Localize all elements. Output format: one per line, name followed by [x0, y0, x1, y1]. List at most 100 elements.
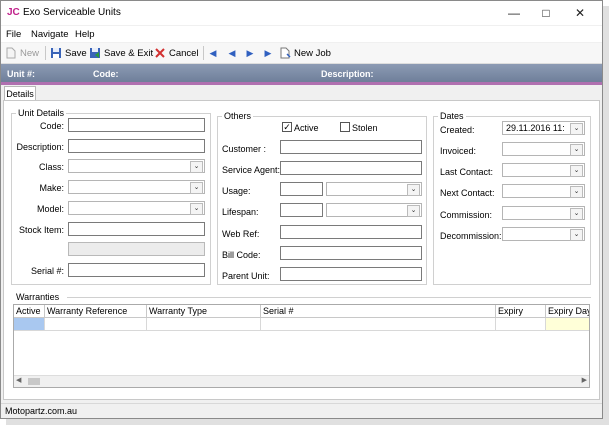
parent-unit-input[interactable]: [280, 267, 422, 281]
header-code-label: Code:: [93, 69, 119, 79]
menu-file[interactable]: File: [6, 29, 21, 40]
description-input[interactable]: [68, 139, 205, 153]
table-cell-expiry[interactable]: [496, 318, 546, 331]
usage-unit-select[interactable]: ⌄: [326, 182, 422, 196]
column-header-active[interactable]: Active: [14, 305, 45, 318]
column-header-warranty-type[interactable]: Warranty Type: [147, 305, 261, 318]
column-header-expiry[interactable]: Expiry: [496, 305, 546, 318]
column-header-warranty-reference[interactable]: Warranty Reference: [45, 305, 147, 318]
column-header-expiry-days[interactable]: Expiry Days: [546, 305, 589, 318]
new-document-icon: [6, 47, 16, 59]
table-cell-warranty-reference[interactable]: [45, 318, 147, 331]
invoiced-label: Invoiced:: [440, 146, 477, 156]
menu-bar: File Navigate Help: [1, 26, 602, 42]
last-contact-date-picker[interactable]: ⌄: [502, 163, 585, 177]
serial-input[interactable]: [68, 263, 205, 277]
minimize-icon[interactable]: —: [498, 1, 530, 25]
table-cell-warranty-type[interactable]: [147, 318, 261, 331]
make-label: Make:: [39, 183, 64, 193]
lifespan-label: Lifespan:: [222, 207, 259, 217]
header-description-label: Description:: [321, 69, 374, 79]
model-label: Model:: [36, 204, 64, 214]
class-label: Class:: [38, 162, 64, 172]
menu-navigate[interactable]: Navigate: [31, 29, 69, 40]
chevron-down-icon: ⌄: [570, 186, 583, 198]
next-record-icon[interactable]: ▶: [245, 48, 255, 58]
parent-unit-label: Parent Unit:: [222, 271, 270, 281]
title-bar: JC Exo Serviceable Units — □ ✕: [1, 1, 602, 25]
last-contact-label: Last Contact:: [440, 167, 494, 177]
warranties-grid[interactable]: Active Warranty Reference Warranty Type …: [13, 304, 590, 388]
commission-label: Commission:: [440, 210, 493, 220]
next-contact-label: Next Contact:: [440, 188, 495, 198]
new-button[interactable]: New: [5, 46, 39, 60]
chevron-down-icon: ⌄: [190, 182, 203, 194]
others-title: Others: [222, 111, 254, 121]
bill-code-label: Bill Code:: [222, 250, 261, 260]
last-record-icon[interactable]: ▶​: [263, 48, 273, 58]
serial-label: Serial #:: [30, 266, 64, 276]
class-select[interactable]: ⌄: [68, 159, 205, 173]
horizontal-scrollbar[interactable]: ◀ ▶: [14, 375, 589, 387]
model-select[interactable]: ⌄: [68, 201, 205, 215]
menu-help[interactable]: Help: [75, 29, 95, 40]
service-agent-input[interactable]: [280, 161, 422, 175]
cancel-button[interactable]: Cancel: [154, 46, 199, 60]
stolen-label: Stolen: [352, 123, 378, 133]
created-date-value: 29.11.2016 11:: [506, 123, 565, 133]
customer-input[interactable]: [280, 140, 422, 154]
new-job-button-label: New Job: [294, 47, 331, 59]
scrollbar-thumb[interactable]: [28, 378, 40, 385]
previous-record-icon[interactable]: ◀: [227, 48, 237, 58]
make-select[interactable]: ⌄: [68, 180, 205, 194]
stolen-checkbox[interactable]: [340, 122, 350, 132]
application-window: JC Exo Serviceable Units — □ ✕ File Navi…: [0, 0, 603, 419]
stock-item-input[interactable]: [68, 222, 205, 236]
table-cell-expiry-days[interactable]: [546, 318, 589, 331]
new-job-icon: [280, 47, 291, 59]
save-button[interactable]: Save: [50, 46, 87, 60]
code-input[interactable]: [68, 118, 205, 132]
active-checkbox[interactable]: ✓: [282, 122, 292, 132]
new-job-button[interactable]: New Job: [279, 46, 331, 60]
column-header-serial[interactable]: Serial #: [261, 305, 496, 318]
invoiced-date-picker[interactable]: ⌄: [502, 142, 585, 156]
chevron-down-icon: ⌄: [190, 161, 203, 173]
scroll-right-icon[interactable]: ▶: [582, 376, 587, 384]
scroll-left-icon[interactable]: ◀: [16, 376, 21, 384]
unit-number-label: Unit #:: [7, 69, 35, 79]
decommission-label: Decommission:: [440, 231, 502, 241]
lifespan-input[interactable]: [280, 203, 323, 217]
created-label: Created:: [440, 125, 475, 135]
toolbar: New Save Save & Exit Cancel ◀​ ◀ ▶ ▶​ Ne…: [1, 43, 602, 64]
lifespan-unit-select[interactable]: ⌄: [326, 203, 422, 217]
web-ref-input[interactable]: [280, 225, 422, 239]
new-button-label: New: [20, 47, 40, 59]
maximize-icon[interactable]: □: [530, 1, 562, 25]
tab-details[interactable]: Details: [4, 86, 36, 101]
table-cell-active[interactable]: [14, 318, 45, 331]
save-exit-button[interactable]: Save & Exit: [89, 46, 153, 60]
usage-input[interactable]: [280, 182, 323, 196]
web-ref-label: Web Ref:: [222, 229, 260, 239]
window-title: Exo Serviceable Units: [23, 7, 121, 18]
next-contact-date-picker[interactable]: ⌄: [502, 184, 585, 198]
close-icon[interactable]: ✕: [564, 1, 596, 25]
save-exit-button-label: Save & Exit: [104, 47, 154, 59]
chevron-down-icon: ⌄: [570, 165, 583, 177]
table-cell-serial[interactable]: [261, 318, 496, 331]
created-date-picker[interactable]: 29.11.2016 11: ⌄: [502, 121, 585, 135]
save-disk-icon: [51, 48, 61, 58]
chevron-down-icon: ⌄: [407, 184, 420, 196]
commission-date-picker[interactable]: ⌄: [502, 206, 585, 220]
save-exit-icon: [90, 48, 100, 58]
chevron-down-icon: ⌄: [570, 144, 583, 156]
customer-label: Customer :: [222, 144, 267, 154]
save-button-label: Save: [65, 47, 87, 59]
first-record-icon[interactable]: ◀​: [208, 48, 218, 58]
service-agent-label: Service Agent:: [222, 165, 281, 175]
bill-code-input[interactable]: [280, 246, 422, 260]
dates-title: Dates: [438, 111, 466, 121]
decommission-date-picker[interactable]: ⌄: [502, 227, 585, 241]
cancel-button-label: Cancel: [169, 47, 199, 59]
